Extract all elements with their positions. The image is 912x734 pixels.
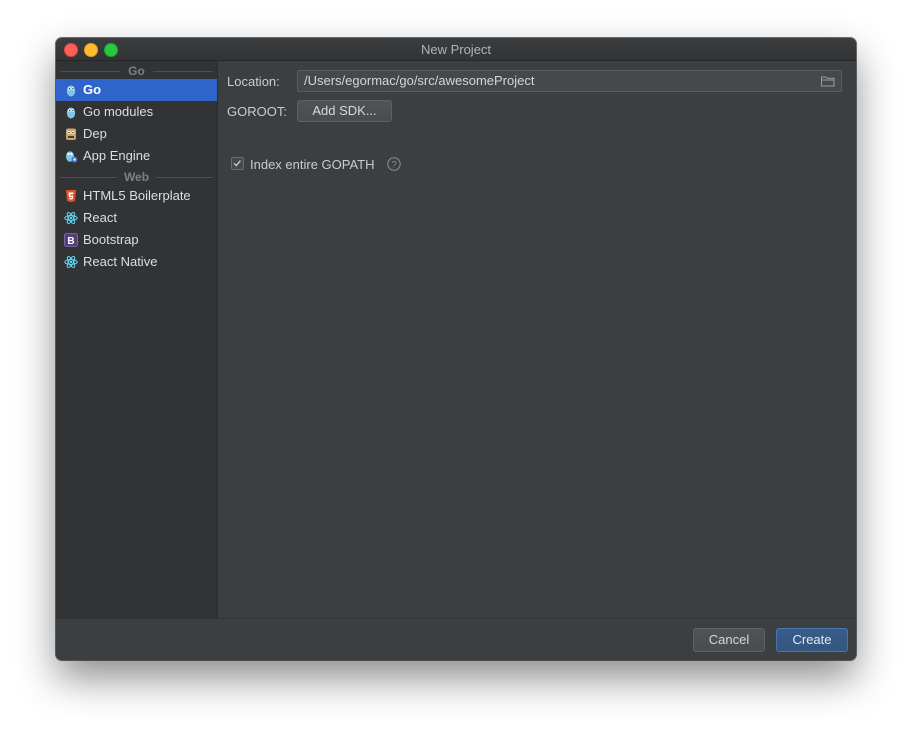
sidebar-item-label: React [83,210,117,225]
folder-icon[interactable] [821,75,835,87]
sidebar-item-label: Bootstrap [83,232,139,247]
sidebar-item-go[interactable]: Go [56,79,217,101]
group-header-go: Go [56,64,217,78]
checkmark-icon [233,160,241,167]
help-icon[interactable]: ? [387,157,401,171]
sidebar-item-go-modules[interactable]: Go modules [56,101,217,123]
window-title: New Project [420,42,492,57]
index-gopath-label[interactable]: Index entire GOPATH [250,157,375,172]
bootstrap-icon: B [64,233,78,247]
react-icon [64,211,78,225]
sidebar-item-label: Dep [83,126,107,141]
sidebar-item-label: App Engine [83,148,151,163]
goroot-label: GOROOT: [227,104,287,119]
sidebar-item-react[interactable]: React [56,207,217,229]
create-button[interactable]: Create [776,628,848,652]
react-icon [64,255,78,269]
app-engine-icon [66,151,78,163]
sidebar-item-label: HTML5 Boilerplate [83,188,191,203]
dialog-footer: Cancel Create [56,618,856,660]
svg-text:B: B [67,236,74,247]
gopher-icon [66,85,76,97]
location-value: /Users/egormac/go/src/awesomeProject [304,73,535,88]
sidebar-item-html5-boilerplate[interactable]: HTML5 Boilerplate [56,185,217,207]
location-field[interactable]: /Users/egormac/go/src/awesomeProject [297,70,842,92]
add-sdk-button[interactable]: Add SDK... [297,100,392,122]
svg-text:?: ? [391,160,396,171]
sidebar-item-dep[interactable]: Dep [56,123,217,145]
project-settings-panel: Location: /Users/egormac/go/src/awesomeP… [218,61,856,618]
sidebar-item-app-engine[interactable]: App Engine [56,145,217,167]
sidebar-item-label: Go modules [83,104,154,119]
location-label: Location: [227,74,280,89]
dep-icon [66,128,76,140]
sidebar-item-label: Go [83,82,102,97]
title-bar: New Project [56,38,856,61]
sidebar-item-label: React Native [83,254,158,269]
gopher-icon [66,107,76,119]
new-project-dialog: New Project Go Go Go modules Dep App Eng… [56,38,856,660]
cancel-button[interactable]: Cancel [693,628,765,652]
index-gopath-checkbox[interactable] [231,157,244,170]
group-header-web: Web [56,170,217,184]
html5-icon [66,190,76,203]
sidebar-item-react-native[interactable]: React Native [56,251,217,273]
project-type-sidebar: Go Go Go modules Dep App Engine Web HTML… [56,61,218,618]
sidebar-item-bootstrap[interactable]: B Bootstrap [56,229,217,251]
